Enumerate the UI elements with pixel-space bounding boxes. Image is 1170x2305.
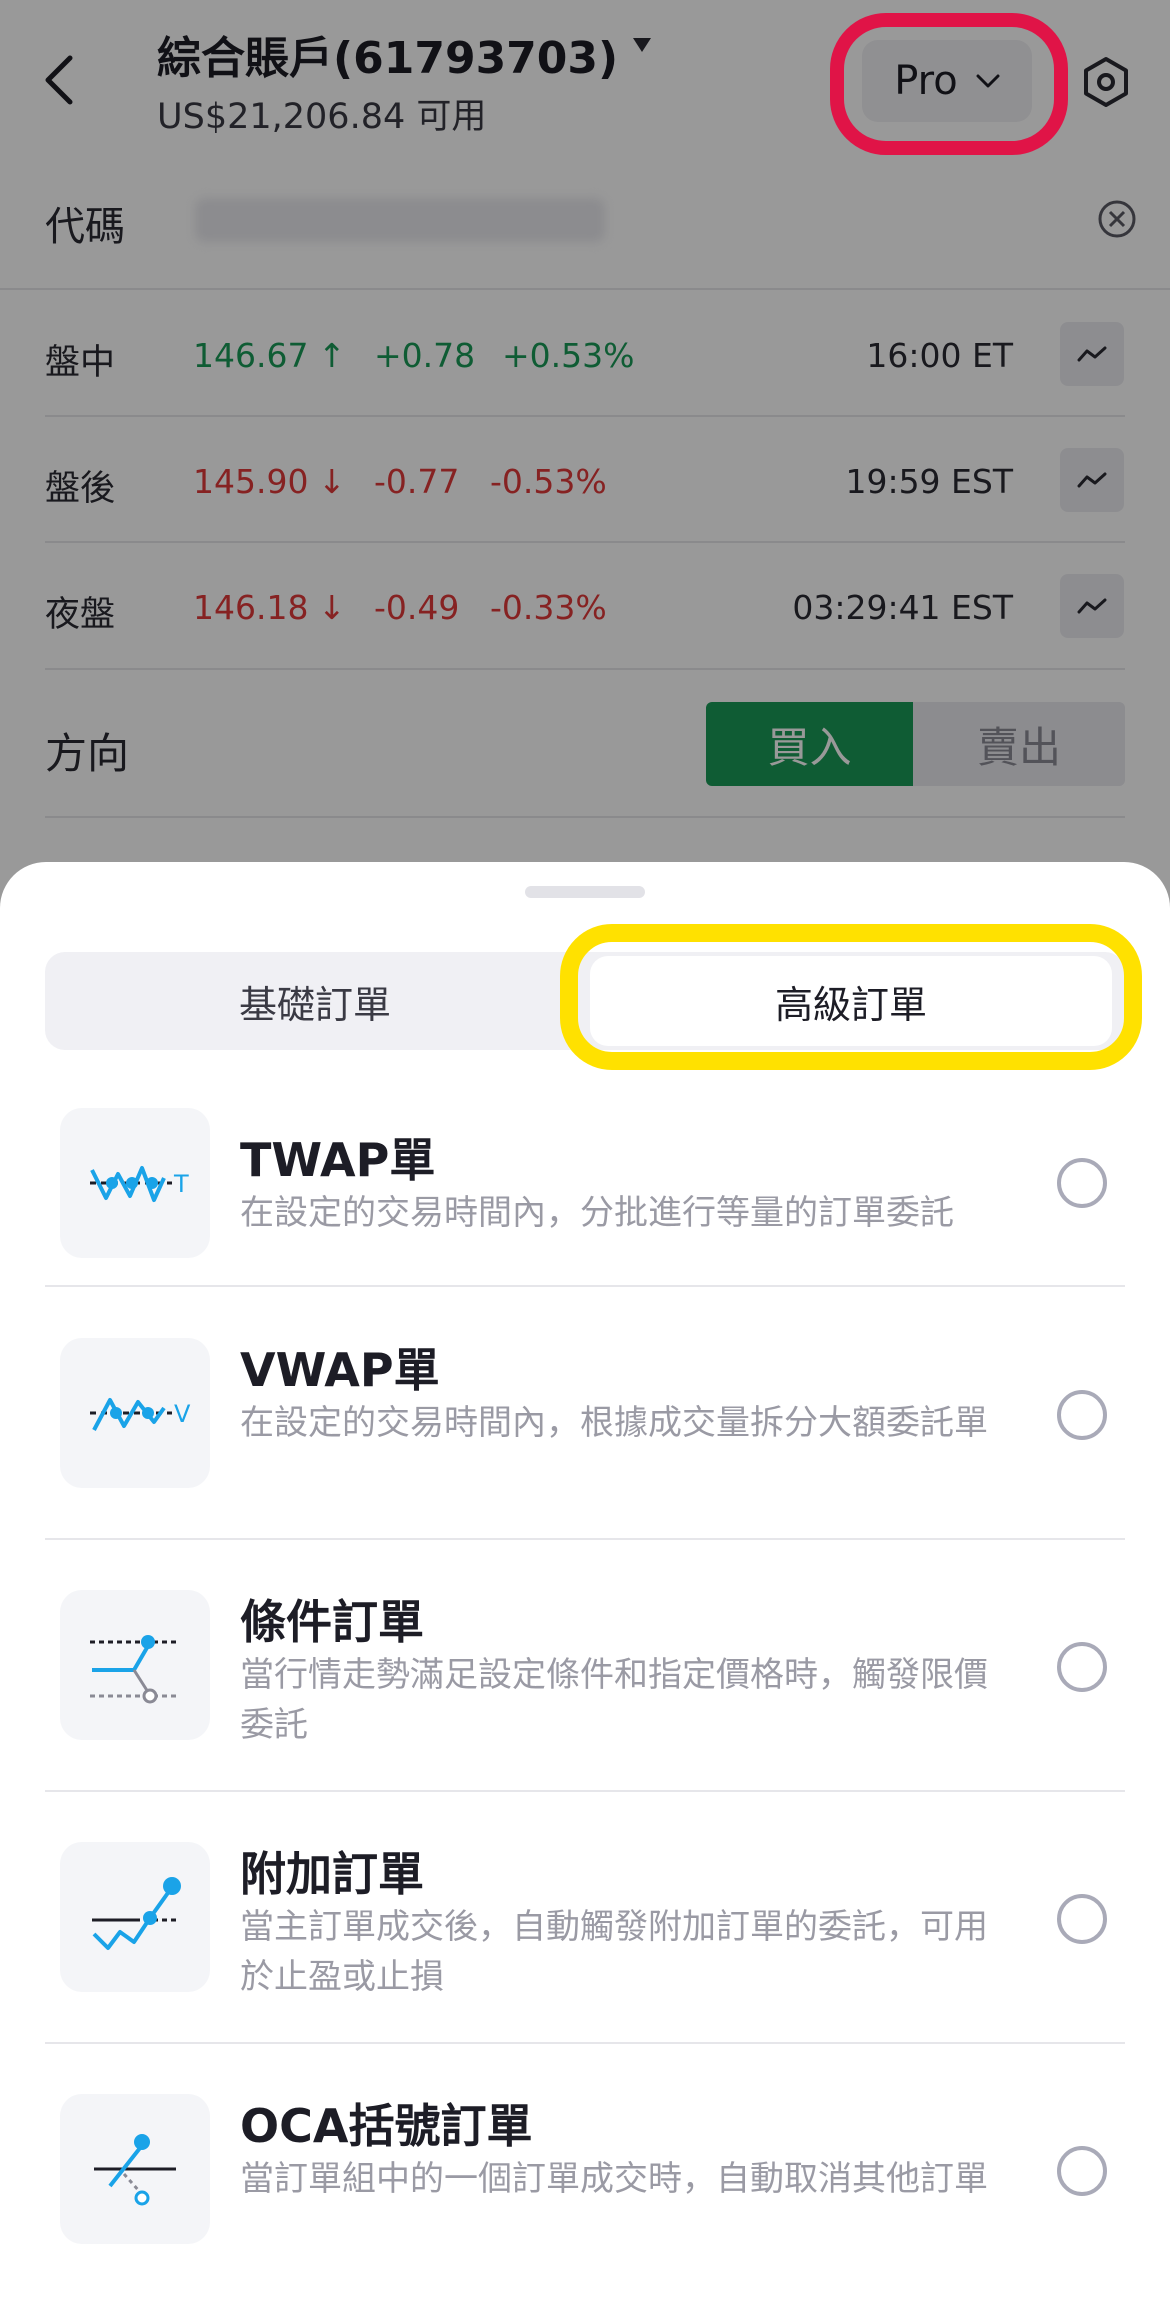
divider [45,2042,1125,2044]
twap-order-title: TWAP單 [240,1133,436,1187]
vwap-icon: V [90,1398,191,1431]
conditional-order-radio[interactable] [1057,1642,1107,1692]
vwap-order-item[interactable]: V [60,1338,210,1488]
attached-order-title: 附加訂單 [240,1847,424,1901]
attached-order-radio[interactable] [1057,1894,1107,1944]
sheet-drag-handle[interactable] [525,886,645,898]
attached-order-item[interactable] [60,1842,210,1992]
divider [45,1790,1125,1792]
conditional-order-icon [90,1635,180,1704]
oca-order-item[interactable] [60,2094,210,2244]
twap-icon: T [90,1166,189,1202]
twap-order-radio[interactable] [1057,1158,1107,1208]
oca-order-radio[interactable] [1057,2146,1107,2196]
tab-basic-orders[interactable]: 基礎訂單 [45,952,585,1050]
highlight-annotation [560,924,1142,1070]
vwap-icon-letter: V [174,1400,191,1428]
divider [45,1538,1125,1540]
divider [45,1285,1125,1287]
highlight-annotation [830,13,1068,155]
attached-order-icon [92,1877,181,1950]
twap-order-item[interactable]: T [60,1108,210,1258]
conditional-order-item[interactable] [60,1590,210,1740]
oca-order-description: 當訂單組中的一個訂單成交時，自動取消其他訂單 [240,2159,988,2199]
order-type-sheet [0,862,1170,2305]
twap-order-description: 在設定的交易時間內，分批進行等量的訂單委託 [240,1193,954,1233]
vwap-order-radio[interactable] [1057,1390,1107,1440]
attached-order-description: 當主訂單成交後，自動觸發附加訂單的委託，可用於止盈或止損 [240,1907,988,1997]
vwap-order-title: VWAP單 [240,1343,440,1397]
oca-order-icon [94,2134,176,2206]
twap-icon-letter: T [173,1170,189,1198]
vwap-order-description: 在設定的交易時間內，根據成交量拆分大額委託單 [240,1403,988,1443]
conditional-order-description: 當行情走勢滿足設定條件和指定價格時，觸發限價委託 [240,1655,988,1745]
conditional-order-title: 條件訂單 [240,1595,424,1649]
oca-order-title: OCA括號訂單 [240,2099,533,2153]
